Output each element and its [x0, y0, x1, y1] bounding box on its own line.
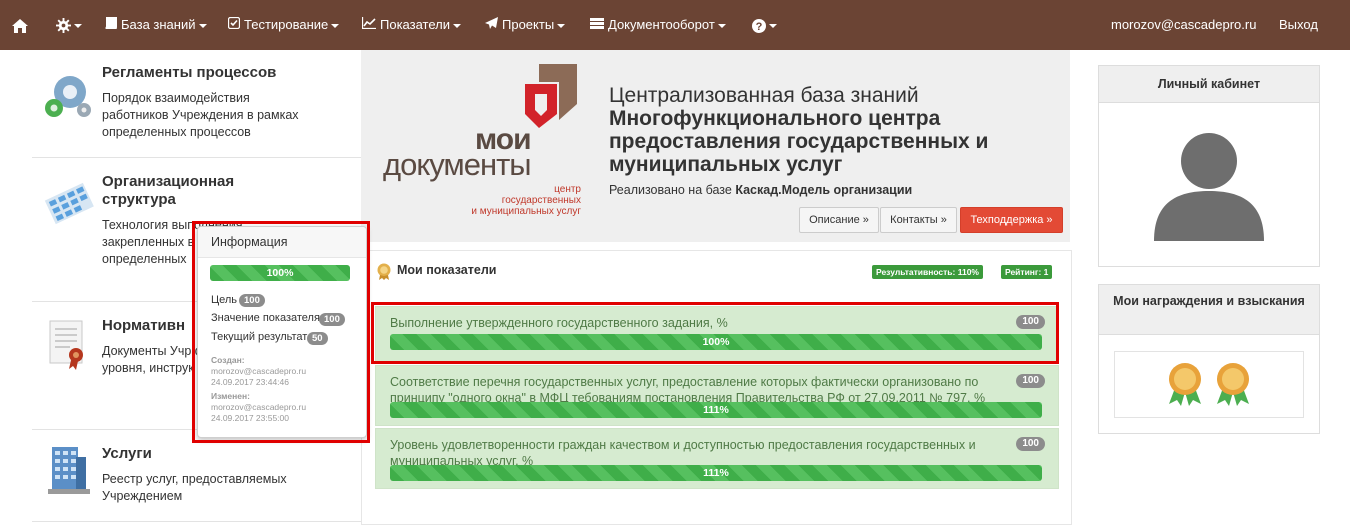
left-item-desc: Реестр услуг, предоставляемых Учреждение…: [102, 472, 287, 503]
indicator-target-badge: 100: [1016, 374, 1045, 388]
nav-knowledge-base[interactable]: База знаний: [104, 0, 207, 50]
certificate-document-icon: [40, 317, 96, 373]
left-item-desc: Порядок взаимодействия работников Учрежд…: [102, 91, 299, 139]
medal-icon: [376, 263, 392, 283]
book-icon: [104, 0, 118, 50]
building-icon: [40, 443, 96, 499]
popover-title: Информация: [211, 235, 288, 249]
hero-banner: мои документы центр государственных и му…: [361, 50, 1070, 242]
paper-plane-icon: [485, 0, 498, 50]
logo-subtitle: центр государственных и муниципальных ус…: [471, 184, 581, 217]
left-item-title: Нормативн: [102, 317, 186, 334]
top-navbar: База знаний Тестирование Показатели Прое…: [0, 0, 1350, 50]
indicator-progress-bar: 111%: [390, 402, 1042, 418]
indicators-title: Мои показатели: [397, 263, 497, 277]
description-button[interactable]: Описание »: [799, 207, 879, 233]
nav-projects[interactable]: Проекты: [485, 0, 566, 50]
awards-title: Мои награждения и взыскания: [1099, 285, 1319, 335]
settings-menu[interactable]: [56, 0, 82, 50]
awards-box: [1114, 351, 1304, 418]
created-info: Создан: morozov@cascadepro.ru 24.09.2017…: [211, 355, 307, 387]
indicator-target-badge: 100: [1016, 437, 1045, 451]
user-avatar-icon[interactable]: [1154, 131, 1264, 241]
goal-label: Цель: [211, 294, 238, 306]
check-square-icon: [227, 0, 241, 50]
indicator-progress-bar: 100%: [390, 334, 1042, 350]
logo-mark-icon: [525, 64, 577, 128]
popover-progress-bar: 100%: [210, 265, 350, 281]
indicator-row[interactable]: Выполнение утвержденного государственног…: [375, 306, 1059, 364]
question-circle-icon: ?: [752, 17, 766, 33]
gear-icon: [56, 17, 71, 34]
left-item-services[interactable]: Услуги Реестр услуг, предоставляемых Учр…: [32, 429, 361, 522]
home-icon[interactable]: [12, 0, 28, 50]
nav-testing[interactable]: Тестирование: [227, 0, 340, 50]
indicators-panel: Мои показатели Результативность: 110% Ре…: [361, 250, 1072, 525]
logout-link[interactable]: Выход: [1279, 0, 1318, 50]
indicator-value-label: Значение показателя: [211, 312, 320, 324]
hero-title: Централизованная база знаний: [609, 84, 919, 107]
org-structure-icon: [40, 175, 96, 231]
contacts-button[interactable]: Контакты »: [880, 207, 957, 233]
award-medal-icon[interactable]: [1213, 362, 1253, 409]
indicator-progress-bar: 111%: [390, 465, 1042, 481]
mfc-logo: мои документы центр государственных и му…: [381, 64, 581, 217]
goal-badge: 100: [239, 294, 265, 307]
indicator-value-badge: 100: [319, 313, 345, 326]
changed-info: Изменен: morozov@cascadepro.ru 24.09.201…: [211, 391, 307, 423]
personal-cabinet-title: Личный кабинет: [1099, 66, 1319, 103]
info-popover: Информация 100% Цель 100 Значение показа…: [197, 226, 367, 438]
performance-badge: Результативность: 110%: [872, 265, 983, 279]
popover-header: Информация: [198, 227, 366, 258]
hero-subtitle: Реализовано на базе Каскад.Модель органи…: [609, 183, 913, 197]
line-chart-icon: [361, 0, 376, 50]
support-button[interactable]: Техподдержка »: [960, 207, 1063, 233]
user-email-link[interactable]: morozov@cascadepro.ru: [1111, 0, 1256, 50]
current-result-label: Текущий результат: [211, 331, 308, 343]
nav-indicators[interactable]: Показатели: [361, 0, 461, 50]
indicator-row[interactable]: Соответствие перечня государственных усл…: [375, 365, 1059, 426]
hdd-icon: [590, 0, 604, 50]
left-item-title: Услуги: [102, 445, 152, 462]
indicator-target-badge: 100: [1016, 315, 1045, 329]
left-item-regulations[interactable]: Регламенты процессов Порядок взаимодейст…: [32, 50, 361, 158]
logo-text-bottom: документы: [383, 147, 532, 182]
left-item-title: Регламенты процессов: [102, 64, 277, 81]
indicator-text: Выполнение утвержденного государственног…: [390, 316, 728, 330]
awards-panel: Мои награждения и взыскания: [1098, 284, 1320, 434]
current-result-badge: 50: [307, 332, 328, 345]
hero-title-bold: Многофункционального центра предоставлен…: [609, 107, 989, 176]
gears-icon: [40, 66, 96, 122]
rating-badge: Рейтинг: 1: [1001, 265, 1053, 279]
indicator-row[interactable]: Уровень удовлетворенности граждан качест…: [375, 428, 1059, 489]
award-medal-icon[interactable]: [1165, 362, 1205, 409]
left-item-title: Организационная структура: [102, 173, 235, 208]
svg-text:?: ?: [756, 21, 763, 33]
personal-cabinet-panel: Личный кабинет: [1098, 65, 1320, 267]
nav-document-flow[interactable]: Документооборот: [590, 0, 726, 50]
help-menu[interactable]: ?: [752, 0, 777, 50]
